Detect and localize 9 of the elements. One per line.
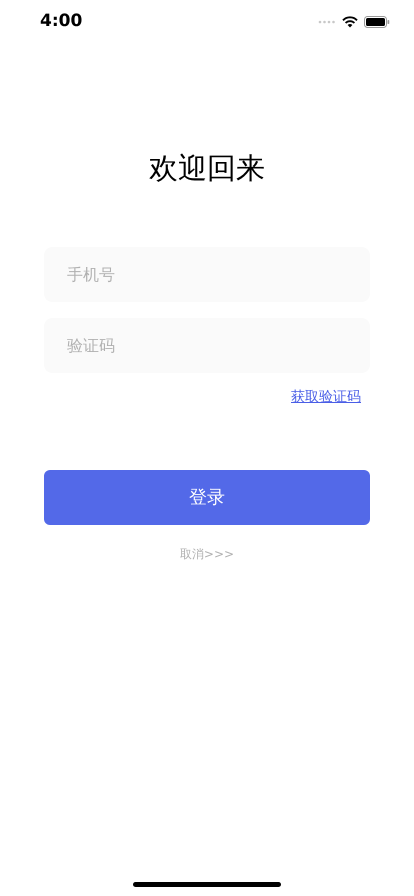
status-time: 4:00 bbox=[40, 10, 82, 34]
login-button[interactable]: 登录 bbox=[44, 470, 370, 525]
welcome-title: 欢迎回来 bbox=[149, 154, 265, 183]
input-field[interactable]: 验证码 bbox=[44, 318, 370, 373]
input-field[interactable]: 手机号 bbox=[44, 247, 370, 302]
battery-icon bbox=[364, 16, 390, 28]
wifi-icon bbox=[342, 16, 358, 28]
cellular-signal-icon bbox=[318, 20, 336, 24]
get-code-link[interactable]: 获取验证码 bbox=[291, 387, 361, 408]
